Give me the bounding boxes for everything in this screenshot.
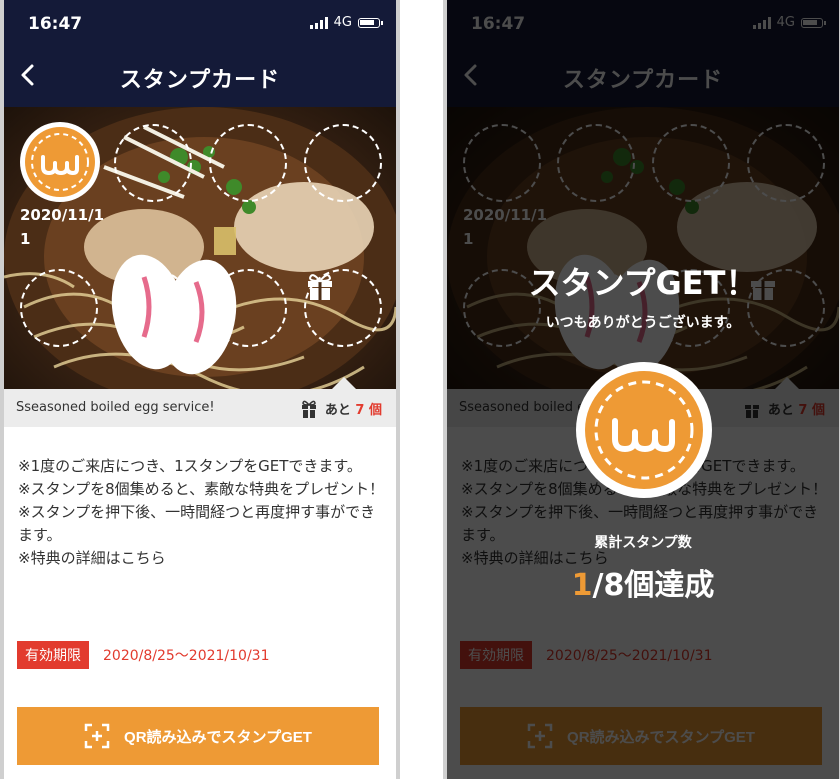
- reward-info-bar: Sseasoned boiled egg service! あと 7 個: [4, 377, 396, 427]
- count-separator: /: [592, 568, 604, 603]
- validity-dates: 2020/8/25〜2021/10/31: [103, 648, 270, 664]
- gift-icon: [308, 274, 332, 300]
- description-line: ※スタンプを押下後、一時間経つと再度押す事ができます。: [18, 503, 376, 544]
- stamp-slot-5: [20, 269, 98, 347]
- count-label: 累計スタンプ数: [594, 535, 692, 551]
- battery-icon: [358, 17, 383, 28]
- status-time: 16:47: [28, 14, 83, 34]
- stamp-count: 1/8個達成: [447, 560, 839, 604]
- qr-button-label: QR読み込みでスタンプGET: [124, 728, 312, 746]
- stamp-get-screen: 16:47 4G スタンプカード: [443, 0, 840, 779]
- validity-period: 有効期限 2020/8/25〜2021/10/31: [17, 641, 269, 669]
- stamp-card-screen: 16:47 4G スタンプカード 2020/11/11 Sseasoned bo…: [0, 0, 400, 779]
- stamp-earned-1: [20, 122, 100, 202]
- description-line: ※スタンプを8個集めると、素敵な特典をプレゼント！: [18, 480, 385, 498]
- qr-scan-button[interactable]: QR読み込みでスタンプGET: [17, 707, 379, 765]
- ramen-photo: 2020/11/11: [4, 107, 396, 389]
- description: ※1度のご来店につき、1スタンプをGETできます。 ※スタンプを8個集めると、素…: [18, 455, 388, 570]
- count-suffix: 個達成: [624, 568, 715, 603]
- earned-stamp: [576, 362, 712, 498]
- stamp-slot-2: [114, 124, 192, 202]
- stamp-logo-icon: [585, 371, 703, 489]
- validity-badge: 有効期限: [17, 641, 89, 669]
- stamp-slot-7: [209, 269, 287, 347]
- current-count: 1: [571, 568, 593, 603]
- stamp-date: 2020/11/11: [20, 206, 105, 248]
- modal-subtitle: いつもありがとうございます。: [545, 315, 741, 331]
- pointer-arrow: [332, 377, 356, 389]
- stamp-slot-8-reward: [304, 269, 382, 347]
- total-count: 8: [603, 568, 625, 603]
- modal-title: スタンプGET！: [528, 264, 758, 302]
- reward-text: Sseasoned boiled egg service!: [16, 400, 215, 415]
- status-indicators: 4G: [309, 15, 383, 30]
- stamp-slot-6: [114, 269, 192, 347]
- page-title: スタンプカード: [119, 68, 281, 93]
- stamp-slot-3: [209, 124, 287, 202]
- stamp-slot-4: [304, 124, 382, 202]
- app-header: 16:47 4G スタンプカード: [4, 0, 396, 107]
- remaining-stamps: あと 7 個: [301, 399, 382, 418]
- remaining-count: 7: [355, 403, 365, 418]
- network-type: 4G: [333, 15, 352, 30]
- description-link[interactable]: ※特典の詳細はこちら: [18, 547, 388, 570]
- stamp-logo-icon: [25, 127, 95, 197]
- description-line: ※1度のご来店につき、1スタンプをGETできます。: [18, 457, 362, 475]
- remaining-prefix: あと: [324, 403, 351, 418]
- signal-icon: [309, 16, 328, 29]
- stamp-get-overlay[interactable]: スタンプGET！ いつもありがとうございます。 累計スタンプ数 1/8個達成: [447, 0, 839, 779]
- qr-scan-icon: [84, 723, 110, 749]
- gift-icon: [301, 400, 316, 418]
- remaining-unit: 個: [368, 403, 382, 418]
